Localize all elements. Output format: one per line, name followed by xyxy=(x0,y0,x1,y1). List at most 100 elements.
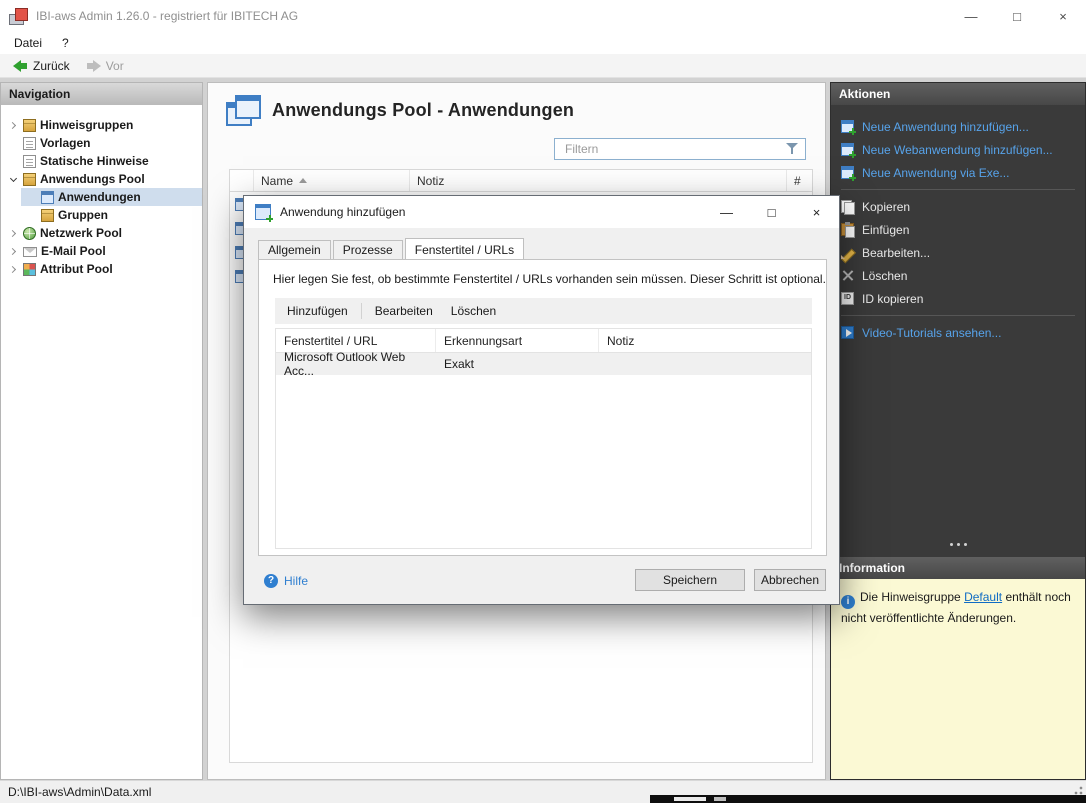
information-box: iDie Hinweisgruppe Default enthält noch … xyxy=(831,579,1085,779)
app-window: IBI-aws Admin 1.26.0 - registriert für I… xyxy=(0,0,1086,803)
application-icon xyxy=(41,191,54,204)
bearbeiten-button[interactable]: Bearbeiten xyxy=(367,301,441,321)
table-header-row: Name Notiz # xyxy=(230,170,812,192)
page-title: Anwendungs Pool - Anwendungen xyxy=(272,100,574,121)
fenstertitel-cell: Microsoft Outlook Web Acc... xyxy=(276,350,436,378)
dialog-title-bar[interactable]: Anwendung hinzufügen — □ × xyxy=(244,196,839,228)
table-row[interactable]: Microsoft Outlook Web Acc... Exakt xyxy=(276,353,811,375)
status-path: D:\IBI-aws\Admin\Data.xml xyxy=(8,785,151,799)
nav-item-statische-hinweise[interactable]: Statische Hinweise xyxy=(1,152,202,170)
filter-funnel-icon[interactable] xyxy=(786,142,800,155)
anwendung-hinzufuegen-dialog: Anwendung hinzufügen — □ × Allgemein Pro… xyxy=(243,195,840,605)
menu-help[interactable]: ? xyxy=(52,34,79,52)
navigation-tree: Hinweisgruppen Vorlagen Statische Hinwei… xyxy=(1,105,202,278)
action-label: Einfügen xyxy=(862,223,909,237)
action-new-webapplication[interactable]: Neue Webanwendung hinzufügen... xyxy=(831,138,1085,161)
action-new-application[interactable]: Neue Anwendung hinzufügen... xyxy=(831,115,1085,138)
dialog-minimize-button[interactable]: — xyxy=(704,196,749,228)
dialog-description: Hier legen Sie fest, ob bestimmte Fenste… xyxy=(273,272,816,286)
chevron-down-icon[interactable] xyxy=(7,173,19,185)
template-icon xyxy=(23,137,36,150)
dialog-maximize-button[interactable]: □ xyxy=(749,196,794,228)
speichern-button[interactable]: Speichern xyxy=(635,569,745,591)
nav-item-vorlagen[interactable]: Vorlagen xyxy=(1,134,202,152)
menu-datei[interactable]: Datei xyxy=(4,34,52,52)
nav-item-label: Vorlagen xyxy=(40,136,90,150)
notiz-column-header[interactable]: Notiz xyxy=(599,329,811,352)
tab-allgemein[interactable]: Allgemein xyxy=(258,240,331,259)
action-loeschen[interactable]: Löschen xyxy=(831,264,1085,287)
sort-ascending-icon xyxy=(299,178,307,183)
action-kopieren[interactable]: Kopieren xyxy=(831,195,1085,218)
title-bar[interactable]: IBI-aws Admin 1.26.0 - registriert für I… xyxy=(0,0,1086,32)
notiz-column-header[interactable]: Notiz xyxy=(410,170,787,191)
filter-box xyxy=(554,138,806,160)
dialog-icon xyxy=(255,204,271,220)
group-icon xyxy=(41,209,54,222)
fenstertitel-column-header[interactable]: Fenstertitel / URL xyxy=(276,329,436,352)
information-text-before: Die Hinweisgruppe xyxy=(860,590,961,604)
nav-item-gruppen[interactable]: Gruppen xyxy=(21,206,202,224)
action-einfuegen[interactable]: Einfügen xyxy=(831,218,1085,241)
action-label: Kopieren xyxy=(862,200,910,214)
nav-item-label: Hinweisgruppen xyxy=(40,118,133,132)
separator xyxy=(361,303,362,319)
count-column-header[interactable]: # xyxy=(787,170,812,191)
maximize-button[interactable]: □ xyxy=(994,0,1040,32)
hinzufuegen-button[interactable]: Hinzufügen xyxy=(279,301,356,321)
chevron-placeholder xyxy=(25,191,37,203)
filter-input[interactable] xyxy=(554,138,806,160)
nav-item-email-pool[interactable]: E-Mail Pool xyxy=(1,242,202,260)
fenstertitel-table: Fenstertitel / URL Erkennungsart Notiz M… xyxy=(275,328,812,549)
separator xyxy=(841,189,1075,190)
dialog-close-button[interactable]: × xyxy=(794,196,839,228)
abbrechen-button[interactable]: Abbrechen xyxy=(754,569,826,591)
nav-item-attribut-pool[interactable]: Attribut Pool xyxy=(1,260,202,278)
package-icon xyxy=(23,119,36,132)
panel-splitter-grip[interactable] xyxy=(831,543,1085,546)
nav-item-label: E-Mail Pool xyxy=(41,244,106,258)
erkennungsart-column-header[interactable]: Erkennungsart xyxy=(436,329,599,352)
paste-icon xyxy=(841,223,854,236)
note-icon xyxy=(23,155,36,168)
action-id-kopieren[interactable]: ID kopieren xyxy=(831,287,1085,310)
name-column-header[interactable]: Name xyxy=(254,170,410,191)
attribute-icon xyxy=(23,263,36,276)
nav-item-label: Attribut Pool xyxy=(40,262,113,276)
help-link[interactable]: ? Hilfe xyxy=(264,574,308,588)
nav-item-anwendungs-pool[interactable]: Anwendungs Pool xyxy=(1,170,202,188)
action-label: Neue Webanwendung hinzufügen... xyxy=(862,143,1053,157)
icon-column-header[interactable] xyxy=(230,170,254,191)
app-logo-icon xyxy=(9,7,27,25)
action-new-application-via-exe[interactable]: Neue Anwendung via Exe... xyxy=(831,161,1085,184)
back-label: Zurück xyxy=(33,59,70,73)
new-webapplication-icon xyxy=(841,143,854,156)
loeschen-button[interactable]: Löschen xyxy=(443,301,504,321)
nav-item-label: Statische Hinweise xyxy=(40,154,149,168)
nav-item-hinweisgruppen[interactable]: Hinweisgruppen xyxy=(1,116,202,134)
chevron-placeholder xyxy=(25,209,37,221)
chevron-right-icon[interactable] xyxy=(7,227,19,239)
forward-button[interactable]: Vor xyxy=(79,57,131,75)
chevron-placeholder xyxy=(7,137,19,149)
chevron-right-icon[interactable] xyxy=(7,245,19,257)
actions-list: Neue Anwendung hinzufügen... Neue Webanw… xyxy=(831,105,1085,344)
forward-arrow-icon xyxy=(86,60,101,72)
id-icon xyxy=(841,292,854,305)
action-video-tutorials[interactable]: Video-Tutorials ansehen... xyxy=(831,321,1085,344)
tab-prozesse[interactable]: Prozesse xyxy=(333,240,403,259)
action-bearbeiten[interactable]: Bearbeiten... xyxy=(831,241,1085,264)
tab-fenstertitel-urls[interactable]: Fenstertitel / URLs xyxy=(405,238,524,259)
chevron-right-icon[interactable] xyxy=(7,119,19,131)
nav-item-netzwerk-pool[interactable]: Netzwerk Pool xyxy=(1,224,202,242)
chevron-right-icon[interactable] xyxy=(7,263,19,275)
information-header: Information xyxy=(831,557,1085,579)
default-group-link[interactable]: Default xyxy=(964,590,1002,604)
pool-icon xyxy=(23,173,36,186)
dialog-window-controls: — □ × xyxy=(704,196,839,228)
back-arrow-icon xyxy=(13,60,28,72)
back-button[interactable]: Zurück xyxy=(6,57,77,75)
close-button[interactable]: × xyxy=(1040,0,1086,32)
minimize-button[interactable]: — xyxy=(948,0,994,32)
nav-item-anwendungen[interactable]: Anwendungen xyxy=(21,188,202,206)
